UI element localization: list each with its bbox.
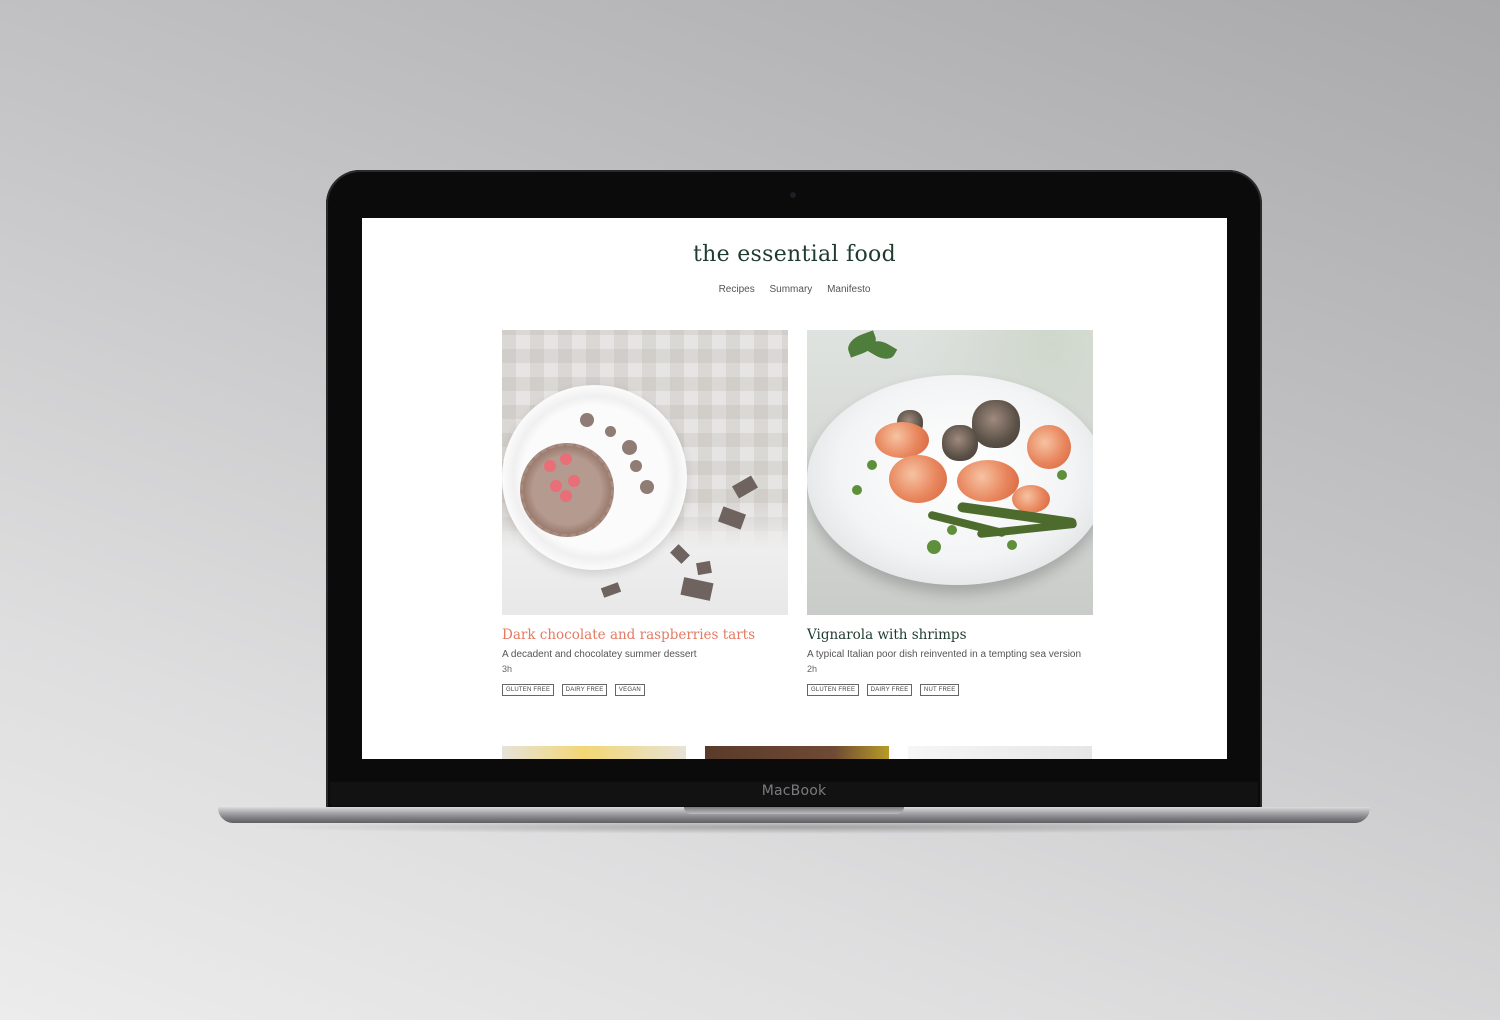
pea bbox=[947, 525, 957, 535]
shrimp bbox=[875, 422, 929, 458]
nav-summary-link[interactable]: Summary bbox=[769, 284, 812, 295]
recipe-description: A typical Italian poor dish reinvented i… bbox=[807, 649, 1082, 660]
camera-icon bbox=[790, 192, 796, 198]
main-nav: Recipes Summary Manifesto bbox=[362, 284, 1227, 295]
tag-badge[interactable]: GLUTEN FREE bbox=[502, 684, 555, 696]
chocolate-drop bbox=[622, 440, 637, 455]
recipe-time: 2h bbox=[807, 664, 818, 674]
site-title[interactable]: the essential food bbox=[362, 242, 1227, 267]
pea bbox=[1007, 540, 1017, 550]
laptop-notch bbox=[684, 807, 904, 814]
chocolate-piece bbox=[731, 475, 759, 499]
recipe-title[interactable]: Vignarola with shrimps bbox=[807, 627, 1093, 643]
shrimp bbox=[1012, 485, 1050, 513]
raspberry bbox=[550, 480, 562, 492]
chocolate-drop bbox=[630, 460, 642, 472]
raspberry bbox=[568, 475, 580, 487]
recipe-time: 3h bbox=[502, 664, 513, 674]
browser-viewport: the essential food Recipes Summary Manif… bbox=[362, 218, 1227, 759]
tag-badge[interactable]: GLUTEN FREE bbox=[807, 684, 860, 696]
recipe-tags: GLUTEN FREE DAIRY FREE VEGAN bbox=[502, 678, 788, 696]
recipe-card-peek[interactable] bbox=[502, 746, 686, 759]
chocolate-piece bbox=[696, 560, 712, 576]
recipe-description: A decadent and chocolatey summer dessert bbox=[502, 649, 697, 660]
pea bbox=[852, 485, 862, 495]
artichoke bbox=[942, 425, 978, 461]
recipe-card[interactable]: Dark chocolate and raspberries tarts A d… bbox=[502, 330, 788, 696]
shrimp bbox=[1027, 425, 1071, 469]
recipe-title[interactable]: Dark chocolate and raspberries tarts bbox=[502, 627, 788, 643]
tag-badge[interactable]: DAIRY FREE bbox=[561, 684, 608, 696]
chocolate-drop bbox=[605, 426, 616, 437]
recipe-photo-chocolate-tart[interactable] bbox=[502, 330, 788, 615]
chocolate-drop bbox=[580, 413, 594, 427]
recipe-photo-vignarola[interactable] bbox=[807, 330, 1093, 615]
raspberry bbox=[560, 453, 572, 465]
plate bbox=[807, 375, 1093, 585]
tag-badge[interactable]: VEGAN bbox=[614, 684, 645, 696]
raspberry bbox=[560, 490, 572, 502]
nav-manifesto-link[interactable]: Manifesto bbox=[827, 284, 870, 295]
recipe-card[interactable]: Vignarola with shrimps A typical Italian… bbox=[807, 330, 1093, 696]
chocolate-drop bbox=[640, 480, 654, 494]
pea bbox=[927, 540, 941, 554]
tag-badge[interactable]: DAIRY FREE bbox=[866, 684, 913, 696]
tag-badge[interactable]: NUT FREE bbox=[919, 684, 960, 696]
raspberry bbox=[544, 460, 556, 472]
shrimp bbox=[889, 455, 947, 503]
recipe-card-peek[interactable] bbox=[908, 746, 1092, 759]
artichoke bbox=[972, 400, 1020, 448]
pea bbox=[867, 460, 877, 470]
nav-recipes-link[interactable]: Recipes bbox=[719, 284, 755, 295]
recipe-card-peek[interactable] bbox=[705, 746, 889, 759]
pea bbox=[1057, 470, 1067, 480]
recipe-tags: GLUTEN FREE DAIRY FREE NUT FREE bbox=[807, 678, 1093, 696]
device-brand-label: MacBook bbox=[761, 783, 827, 799]
shrimp bbox=[957, 460, 1019, 502]
